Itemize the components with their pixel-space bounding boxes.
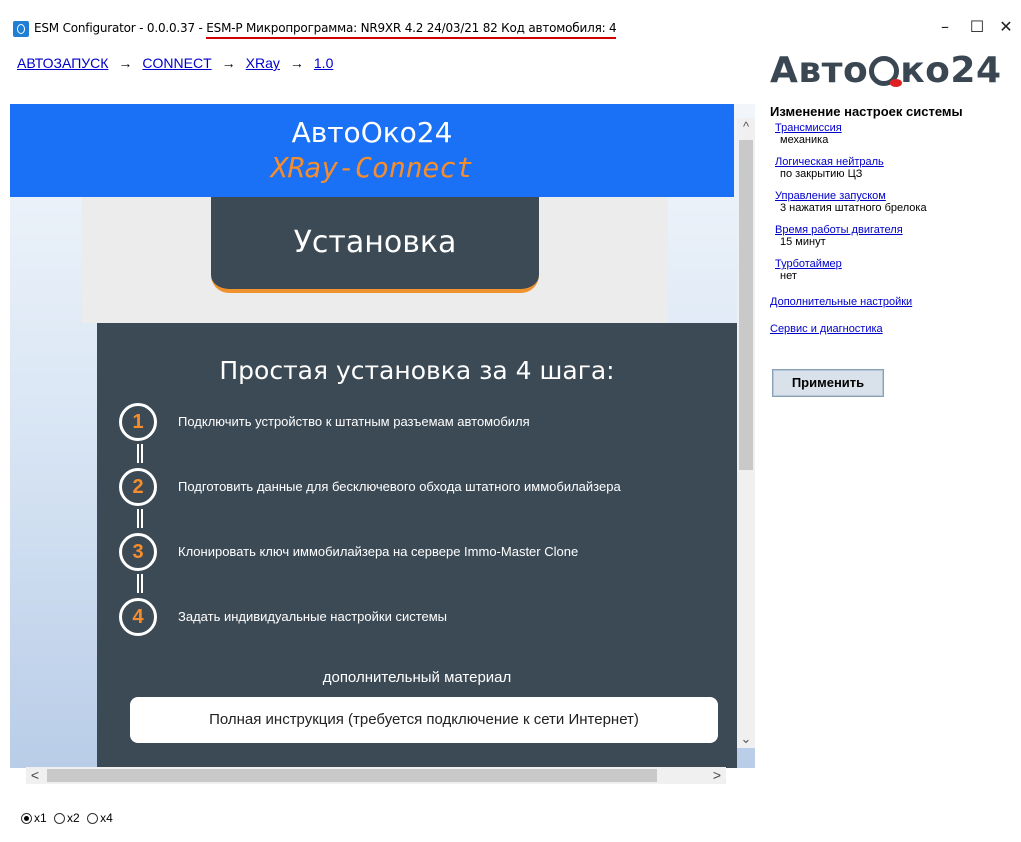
step-text: Задать индивидуальные настройки системы: [178, 609, 448, 624]
app-logo-icon: [13, 21, 29, 37]
install-steps-panel: Простая установка за 4 шага: 1 Подключит…: [97, 323, 737, 768]
panel-title: Простая установка за 4 шага:: [219, 356, 615, 385]
full-manual-button[interactable]: Полная инструкция (требуется подключение…: [130, 697, 718, 743]
minimize-button[interactable]: –: [930, 16, 960, 38]
webview-content: АвтоОко24 XRay-Connect Установка Простая…: [10, 104, 755, 768]
settings-heading: Изменение настроек системы: [770, 104, 963, 119]
close-button[interactable]: ✕: [991, 16, 1021, 38]
step-text: Подключить устройство к штатным разъемам…: [178, 414, 530, 429]
horizontal-scrollbar[interactable]: < >: [26, 767, 726, 784]
banner-subtitle: XRay-Connect: [270, 151, 474, 184]
setting-turbotimer: Турботаймер нет: [775, 258, 1020, 282]
vertical-scroll-thumb[interactable]: [739, 140, 753, 470]
breadcrumb-autostart[interactable]: АВТОЗАПУСК: [17, 55, 108, 71]
zoom-option-x2[interactable]: x2: [54, 811, 80, 825]
radio-icon: [87, 813, 99, 824]
step-connector: [137, 574, 143, 593]
zoom-label: x1: [34, 811, 47, 825]
zoom-option-x4[interactable]: x4: [87, 811, 113, 825]
brand-logo-part2: ко24: [900, 50, 1002, 91]
breadcrumb-separator: →: [289, 55, 304, 71]
scroll-down-icon[interactable]: ⌄: [737, 730, 755, 748]
setting-link[interactable]: Время работы двигателя: [775, 224, 903, 236]
banner-title: АвтоОко24: [291, 116, 453, 149]
zoom-option-x1[interactable]: x1: [21, 811, 47, 825]
step-text: Подготовить данные для бесключевого обхо…: [178, 479, 621, 494]
title-highlight-underline: [206, 37, 616, 39]
step-item: 2 Подготовить данные для бесключевого об…: [119, 468, 729, 510]
extra-settings-link[interactable]: Дополнительные настройки: [770, 296, 1020, 308]
settings-pane: Изменение настроек системы Трансмиссия м…: [770, 104, 1020, 397]
maximize-button[interactable]: ☐: [962, 16, 992, 38]
radio-icon: [54, 813, 66, 824]
horizontal-scroll-thumb[interactable]: [47, 769, 657, 782]
scroll-up-icon[interactable]: ^: [737, 118, 755, 136]
setting-value: по закрытию ЦЗ: [780, 168, 863, 180]
window-title: ESM Configurator - 0.0.0.37 - ESM-P Микр…: [34, 21, 617, 35]
setting-engine-runtime: Время работы двигателя 15 минут: [775, 224, 1020, 248]
breadcrumb-version[interactable]: 1.0: [314, 55, 333, 71]
setting-link[interactable]: Логическая нейтраль: [775, 156, 884, 168]
radio-selected-icon: [21, 813, 32, 824]
step-number-icon: 3: [119, 533, 157, 571]
vertical-scrollbar[interactable]: ^ ⌄: [737, 118, 755, 748]
extra-material-label: дополнительный материал: [322, 669, 512, 686]
breadcrumb-separator: →: [118, 55, 133, 71]
zoom-label: x4: [100, 811, 113, 825]
setting-value: 3 нажатия штатного брелока: [780, 202, 927, 214]
window-title-bar[interactable]: ESM Configurator - 0.0.0.37 - ESM-P Микр…: [0, 0, 1021, 40]
setting-link[interactable]: Трансмиссия: [775, 122, 842, 134]
breadcrumb-connect[interactable]: CONNECT: [142, 55, 211, 71]
scroll-left-icon[interactable]: <: [26, 767, 44, 784]
zoom-label: x2: [67, 811, 80, 825]
step-text: Клонировать ключ иммобилайзера на сервер…: [178, 544, 579, 559]
brand-logo: Авто ко24: [770, 50, 1002, 91]
setting-logical-neutral: Логическая нейтраль по закрытию ЦЗ: [775, 156, 1020, 180]
setting-value: 15 минут: [780, 236, 826, 248]
step-item: 1 Подключить устройство к штатным разъем…: [119, 403, 729, 445]
step-number-icon: 1: [119, 403, 157, 441]
setting-link[interactable]: Управление запуском: [775, 190, 886, 202]
setting-value: механика: [780, 134, 829, 146]
setting-start-control: Управление запуском 3 нажатия штатного б…: [775, 190, 1020, 214]
breadcrumb-separator: →: [221, 55, 236, 71]
brand-logo-part1: Авто: [770, 50, 869, 91]
service-diagnostics-link[interactable]: Сервис и диагностика: [770, 323, 1020, 335]
step-connector: [137, 444, 143, 463]
setting-link[interactable]: Турботаймер: [775, 258, 842, 270]
site-banner: АвтоОко24 XRay-Connect: [10, 104, 734, 197]
step-item: 4 Задать индивидуальные настройки систем…: [119, 598, 729, 640]
step-number-icon: 2: [119, 468, 157, 506]
setting-transmission: Трансмиссия механика: [775, 122, 1020, 146]
scroll-right-icon[interactable]: >: [708, 767, 726, 784]
install-tab-label: Установка: [293, 225, 457, 260]
step-connector: [137, 509, 143, 528]
apply-button[interactable]: Применить: [772, 369, 884, 397]
breadcrumb: АВТОЗАПУСК → CONNECT → XRay → 1.0: [17, 55, 333, 71]
setting-value: нет: [780, 270, 797, 282]
step-number-icon: 4: [119, 598, 157, 636]
eye-icon: [869, 56, 903, 87]
zoom-selector: x1 x2 x4: [21, 811, 117, 825]
breadcrumb-xray[interactable]: XRay: [246, 55, 280, 71]
install-tab[interactable]: Установка: [211, 197, 539, 293]
step-item: 3 Клонировать ключ иммобилайзера на серв…: [119, 533, 729, 575]
